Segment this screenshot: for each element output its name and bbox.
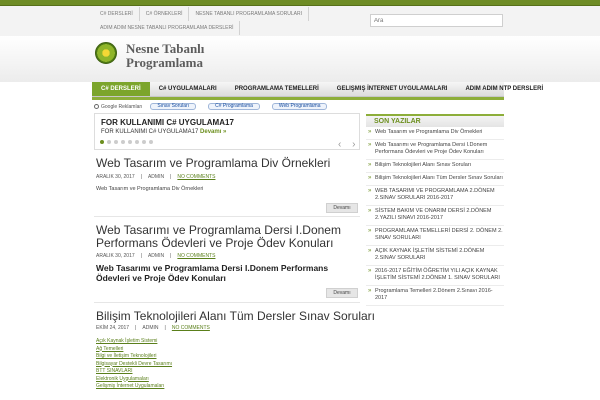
- sidebar-item[interactable]: 2016-2017 EĞİTİM ÖĞRETİM YILI AÇIK KAYNA…: [366, 266, 504, 286]
- ad-button-sinav[interactable]: Sınav Soruları: [150, 103, 197, 110]
- nav-item-adim-adim[interactable]: ADIM ADIM NTP DERSLERİ: [456, 82, 552, 96]
- nav-item-internet-uygulamalari[interactable]: Gelişmiş İnternet Uygulamaları: [328, 82, 457, 96]
- post-author[interactable]: ADMIN: [142, 325, 158, 331]
- slider-dot[interactable]: [149, 140, 153, 144]
- info-icon[interactable]: [94, 104, 99, 109]
- post-link[interactable]: Elektronik Uygulamaları: [96, 376, 172, 384]
- post-title-line-2[interactable]: Performans Ödevleri ve Proje Ödev Konula…: [96, 236, 333, 250]
- slider-dot[interactable]: [135, 140, 139, 144]
- sidebar-item[interactable]: Bilişim Teknolojileri Alanı Tüm Dersler …: [366, 173, 504, 186]
- post-link[interactable]: Ağ Temelleri: [96, 346, 172, 354]
- post-title-line-1[interactable]: Web Tasarımı ve Programlama Dersi I.Done…: [96, 223, 341, 237]
- logo-icon[interactable]: [95, 42, 117, 64]
- logo-line-1: Nesne Tabanlı: [126, 41, 205, 56]
- post-meta: EKİM 24, 2017 | ADMIN | NO COMMENTS: [96, 325, 210, 331]
- slide-more-link[interactable]: Devamı »: [200, 129, 226, 135]
- nav-underline: [92, 97, 504, 100]
- ad-label: Google Reklamları: [101, 103, 143, 110]
- sidebar-item[interactable]: WEB TASARIMI VE PROGRAMLAMA 2.DÖNEM 2.SI…: [366, 186, 504, 206]
- post-title[interactable]: Bilişim Teknolojileri Alanı Tüm Dersler …: [96, 309, 375, 323]
- nav-item-csharp-dersleri[interactable]: C# DERSLERİ: [92, 82, 150, 96]
- post-date: ARALIK 30, 2017: [96, 253, 135, 259]
- nav-item-csharp-uygulamalari[interactable]: C# UYGULAMALARI: [150, 82, 226, 96]
- slider-dots: [100, 140, 156, 144]
- post-author[interactable]: ADMIN: [148, 174, 164, 180]
- sidebar-heading: SON YAZILAR: [366, 114, 504, 127]
- sidebar-item[interactable]: Web Tasarım ve Programlama Div Örnekleri: [366, 127, 504, 140]
- sidebar-item[interactable]: AÇIK KAYNAK İŞLETİM SİSTEMİ 2.DÖNEM 2.SI…: [366, 246, 504, 266]
- slider-dot[interactable]: [121, 140, 125, 144]
- post-meta: ARALIK 30, 2017 | ADMIN | NO COMMENTS: [96, 253, 216, 259]
- featured-slider: FOR KULLANIMI C# UYGULAMA17 FOR KULLANIM…: [94, 113, 360, 150]
- post-link-list: Açık Kaynak İşletim Sistemi Ağ Temelleri…: [96, 338, 172, 391]
- sidebar-item[interactable]: SİSTEM BAKIM VE ONARIM DERSİ 2.DÖNEM 2.Y…: [366, 206, 504, 226]
- slider-arrows[interactable]: ‹ ›: [338, 139, 359, 150]
- slide-text: FOR KULLANIMI C# UYGULAMA17 Devamı »: [101, 129, 226, 135]
- post-author[interactable]: ADMIN: [148, 253, 164, 259]
- post-separator: [94, 216, 360, 217]
- post-separator: [94, 302, 360, 303]
- ad-button-csharp[interactable]: C# Programlama: [208, 103, 260, 110]
- post-excerpt: Web Tasarımı ve Programlama Dersi I.Done…: [96, 263, 329, 283]
- post-comments-link[interactable]: NO COMMENTS: [177, 174, 215, 180]
- slider-dot[interactable]: [142, 140, 146, 144]
- sidebar-item[interactable]: Web Tasarımı ve Programlama Dersi I.Done…: [366, 140, 504, 160]
- post-date: EKİM 24, 2017: [96, 325, 130, 331]
- post-comments-link[interactable]: NO COMMENTS: [177, 253, 215, 259]
- read-more-button[interactable]: Devamı: [326, 203, 358, 213]
- top-link-csharp-ornekleri[interactable]: C# ÖRNEKLERİ: [140, 7, 190, 21]
- post-link[interactable]: Gelişmiş İnternet Uygulamaları: [96, 383, 172, 391]
- post-link[interactable]: Bilgi ve İletişim Teknolojileri: [96, 353, 172, 361]
- slider-dot[interactable]: [114, 140, 118, 144]
- post-excerpt: Web Tasarım ve Programlama Div Örnekleri: [96, 186, 204, 192]
- slider-dot[interactable]: [100, 140, 104, 144]
- ad-bar: Google Reklamları Sınav Soruları C# Prog…: [94, 102, 360, 111]
- logo-line-2: Programlama: [126, 55, 204, 70]
- sidebar-item[interactable]: Bilişim Teknolojileri Alanı Sınav Sorula…: [366, 160, 504, 173]
- post-link[interactable]: Açık Kaynak İşletim Sistemi: [96, 338, 172, 346]
- top-bar: C# DERSLERİ C# ÖRNEKLERİ NESNE TABANLI P…: [0, 6, 600, 36]
- sidebar-recent-posts: SON YAZILAR Web Tasarım ve Programlama D…: [366, 114, 504, 306]
- post-link[interactable]: BTT SINAVLARI: [96, 368, 172, 376]
- slide-title[interactable]: FOR KULLANIMI C# UYGULAMA17: [101, 118, 234, 127]
- post-meta: ARALIK 30, 2017 | ADMIN | NO COMMENTS: [96, 174, 216, 180]
- sidebar-item[interactable]: PROGRAMLAMA TEMELLERİ DERSİ 2. DÖNEM 2. …: [366, 226, 504, 246]
- post-title[interactable]: Web Tasarım ve Programlama Div Örnekleri: [96, 156, 330, 170]
- nav-item-programlama-temelleri[interactable]: PROGRAMLAMA TEMELLERİ: [226, 82, 328, 96]
- post-link[interactable]: Bilgisayar Destekli Devre Tasarımı: [96, 361, 172, 369]
- main-nav: C# DERSLERİ C# UYGULAMALARI PROGRAMLAMA …: [92, 82, 543, 97]
- slide-text-body: FOR KULLANIMI C# UYGULAMA17: [101, 129, 199, 135]
- sidebar-item[interactable]: Programlama Temelleri 2.Dönem 2.Sınavı 2…: [366, 286, 504, 306]
- ad-button-web[interactable]: Web Programlama: [271, 103, 328, 110]
- post-date: ARALIK 30, 2017: [96, 174, 135, 180]
- post-comments-link[interactable]: NO COMMENTS: [172, 325, 210, 331]
- top-link-ntp-sorulari[interactable]: NESNE TABANLI PROGRAMLAMA SORULARI: [189, 7, 309, 21]
- search-input[interactable]: [370, 14, 503, 27]
- site-logo-text[interactable]: Nesne Tabanlı Programlama: [126, 42, 266, 70]
- top-link-csharp-dersleri[interactable]: C# DERSLERİ: [94, 7, 140, 21]
- slider-dot[interactable]: [107, 140, 111, 144]
- slider-dot[interactable]: [128, 140, 132, 144]
- top-link-adim-adim[interactable]: ADIM ADIM NESNE TABANLI PROGRAMLAMA DERS…: [94, 21, 241, 35]
- site-header: Nesne Tabanlı Programlama: [0, 36, 600, 82]
- top-links: C# DERSLERİ C# ÖRNEKLERİ NESNE TABANLI P…: [94, 7, 374, 35]
- read-more-button[interactable]: Devamı: [326, 288, 358, 298]
